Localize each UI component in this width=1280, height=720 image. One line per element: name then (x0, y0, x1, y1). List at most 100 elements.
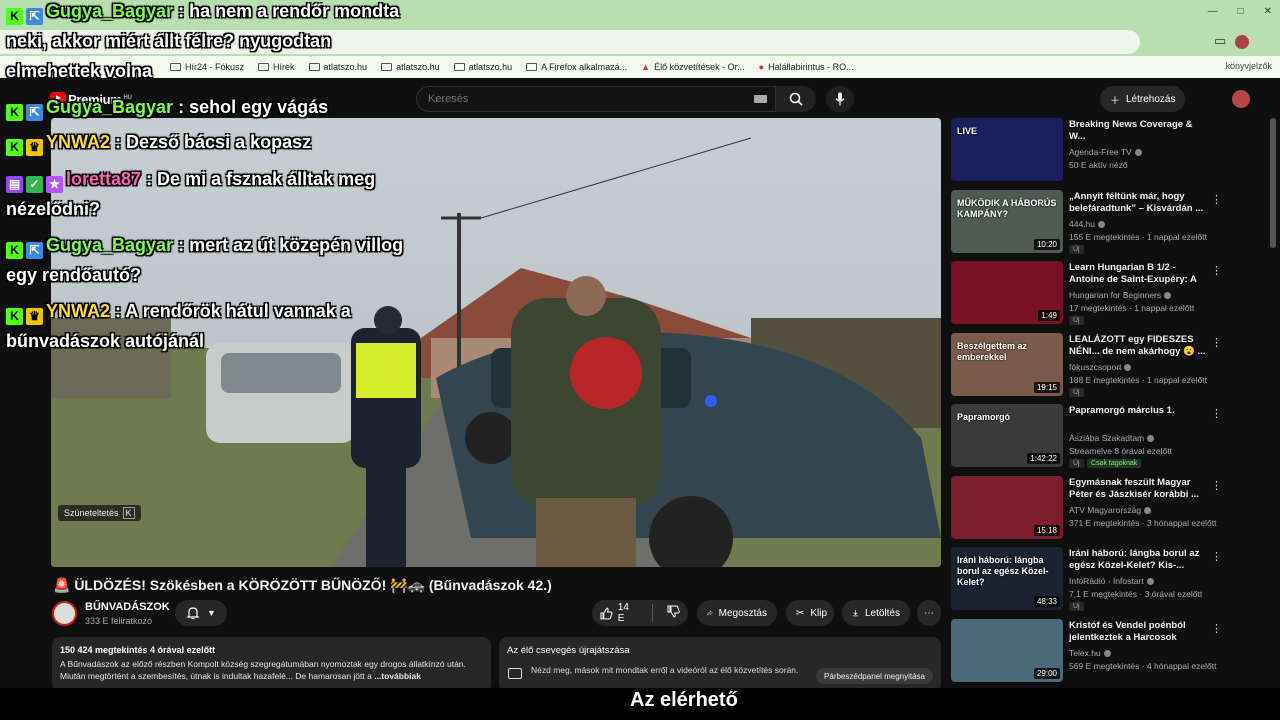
recommendation-item[interactable]: 15:18 Egymásnak feszült Magyar Péter és J… (951, 476, 1271, 542)
video-thumbnail[interactable]: LIVE (951, 118, 1063, 181)
more-vertical-icon[interactable]: ⋮ (1211, 551, 1222, 563)
bookmark-item[interactable]: Hír24 - Fókusz (170, 62, 244, 72)
video-thumbnail[interactable]: MŰKÖDIK A HÁBORÚS KAMPÁNY? 10:20 (951, 190, 1063, 253)
notification-bell-button[interactable]: ▼ (175, 600, 227, 626)
recommendation-title[interactable]: Breaking News Coverage & W... (1069, 119, 1209, 143)
recommendation-item[interactable]: Iráni háború: lángba borul az egész Köze… (951, 547, 1271, 613)
more-vertical-icon[interactable]: ⋮ (1211, 265, 1222, 277)
bookmark-item[interactable]: atlatszo.hu (308, 62, 367, 72)
keyboard-icon[interactable] (754, 95, 767, 103)
recommendation-title[interactable]: Papramorgó március 1. (1069, 405, 1209, 417)
video-thumbnail[interactable]: 29:00 (951, 619, 1063, 682)
recommendation-channel[interactable]: ATV Magyarország (1069, 505, 1152, 515)
recommendation-title[interactable]: LEALÁZOTT egy FIDESZES NÉNI... de nem ak… (1069, 334, 1209, 358)
more-vertical-icon[interactable]: ⋮ (1211, 337, 1222, 349)
recommendation-channel[interactable]: Telex.hu (1069, 648, 1111, 658)
recommendation-item[interactable]: 29:00 Kristóf és Vendel poénból jelentkez… (951, 619, 1271, 685)
other-bookmarks[interactable]: könyvjelzők (1225, 61, 1272, 71)
video-duration: 1:42:22 (1027, 453, 1060, 464)
recommendation-title[interactable]: „Annyit féltünk már, hogy belefáradtunk”… (1069, 191, 1209, 215)
video-title: 🚨 ÜLDÖZÉS! Szökésben a KÖRÖZÖTT BŰNÖZŐ! … (53, 577, 552, 593)
bookmark-item[interactable]: ▲ Élő közvetítések - Or... (641, 62, 744, 72)
verified-icon (1103, 650, 1111, 658)
cast-icon[interactable]: ▭ (1214, 33, 1226, 49)
recommendation-item[interactable]: Beszélgettem az emberekkel 19:15 LEALÁZOTT… (951, 333, 1271, 399)
pause-tooltip: Szüneteltetés K (58, 505, 141, 521)
voice-search-button[interactable] (826, 86, 854, 112)
bookmark-item[interactable]: A Firefox alkalmazá... (526, 62, 627, 72)
close-icon[interactable]: ✕ (1264, 6, 1272, 17)
bookmark-item[interactable]: Hírek (258, 62, 295, 72)
kick-badge-icon: K (6, 139, 23, 156)
create-button[interactable]: ＋ Létrehozás (1100, 86, 1186, 112)
more-vertical-icon[interactable]: ⋮ (1211, 480, 1222, 492)
recommendation-channel[interactable]: 444.hu (1069, 219, 1105, 229)
more-actions-button[interactable]: ⋯ (917, 600, 941, 626)
minimize-icon[interactable]: — (1208, 6, 1218, 17)
chat-message: K ⇱ Gugya_Bagyar : ha nem a rendőr mondta (6, 0, 399, 27)
recommendation-channel[interactable]: Hungarian for Beginners (1069, 290, 1172, 300)
recommendation-title[interactable]: Iráni háború: lángba borul az egész Köze… (1069, 548, 1209, 572)
bookmark-item[interactable]: atlatszo.hu (453, 62, 512, 72)
video-thumbnail[interactable]: Iráni háború: lángba borul az egész Köze… (951, 547, 1063, 610)
dislike-button[interactable] (667, 605, 680, 621)
chat-message-continuation: elmehettek volna (6, 61, 153, 81)
video-thumbnail[interactable]: 1:49 (951, 261, 1063, 324)
maximize-icon[interactable]: □ (1238, 6, 1244, 17)
crown-badge-icon: ♛ (26, 308, 43, 325)
bookmark-item[interactable]: ● Halállabirintus - RO... (759, 62, 854, 72)
recommendation-title[interactable]: Learn Hungarian B 1/2 - Antoine de Saint… (1069, 262, 1209, 286)
subtitle-text: Az elérhető (630, 689, 738, 711)
recommendation-item[interactable]: MŰKÖDIK A HÁBORÚS KAMPÁNY? 10:20 „Annyit f… (951, 190, 1271, 256)
scrollbar[interactable] (1270, 118, 1276, 248)
recommendation-meta: 50 E aktív néző (1069, 160, 1128, 170)
recommendation-meta: 7,1 E megtekintés · 3 órával ezelőtt (1069, 589, 1203, 599)
video-thumbnail[interactable]: Beszélgettem az emberekkel 19:15 (951, 333, 1063, 396)
video-description[interactable]: 150 424 megtekintés 4 órával ezelőtt A B… (52, 637, 491, 692)
recommendation-item[interactable]: Papramorgó 1:42:22 Papramorgó március 1. Ás… (951, 404, 1271, 470)
recommendation-item[interactable]: 1:49 Learn Hungarian B 1/2 - Antoine de S… (951, 261, 1271, 327)
recommendation-item[interactable]: LIVE Breaking News Coverage & W... Agenda-… (951, 118, 1271, 184)
search-icon (789, 92, 803, 106)
star-badge-icon: ★ (46, 176, 63, 193)
recommendation-title[interactable]: Egymásnak feszült Magyar Péter és Jászki… (1069, 477, 1209, 501)
open-chat-button[interactable]: Párbeszédpanel megnyitása (816, 668, 933, 684)
more-vertical-icon[interactable]: ⋮ (1211, 623, 1222, 635)
channel-name[interactable]: BŰNVADÁSZOK (85, 601, 170, 613)
like-button[interactable]: 14 E (600, 602, 638, 624)
video-duration: 48:33 (1033, 596, 1060, 607)
download-button[interactable]: Letöltés (842, 600, 910, 626)
members-only-badge: Csak tagoknak (1087, 459, 1142, 468)
recommendation-meta: 188 E megtekintés · 1 nappal ezelőtt (1069, 375, 1207, 385)
thumbs-up-icon (600, 607, 613, 619)
folder-icon (170, 63, 181, 71)
account-avatar[interactable] (1232, 90, 1250, 108)
new-badge: Új (1069, 316, 1084, 325)
clip-button[interactable]: ✂ Klip (786, 600, 834, 626)
recommendation-channel[interactable]: fókuszcsoport (1069, 362, 1132, 372)
recommendation-channel[interactable]: Ásziába Szakadtam (1069, 433, 1155, 443)
channel-name: InfoRádió - Infostart (1069, 576, 1144, 586)
more-vertical-icon[interactable]: ⋮ (1211, 194, 1222, 206)
bookmark-item[interactable]: atlatszo.hu (381, 62, 440, 72)
live-chat-replay-text: Nézd meg, mások mit mondtak erről a vide… (531, 665, 799, 675)
thumbnail-text: MŰKÖDIK A HÁBORÚS KAMPÁNY? (957, 198, 1057, 219)
live-chat-replay-title: Az élő csevegés újrajátszása (507, 645, 630, 656)
more-vertical-icon[interactable]: ⋮ (1211, 408, 1222, 420)
search-button[interactable] (776, 86, 816, 112)
share-button[interactable]: Megosztás (697, 600, 777, 626)
search-input[interactable] (428, 91, 748, 107)
video-thumbnail[interactable]: 15:18 (951, 476, 1063, 539)
verified-icon (1164, 292, 1172, 300)
browser-profile-avatar[interactable] (1235, 35, 1249, 49)
video-thumbnail[interactable]: Papramorgó 1:42:22 (951, 404, 1063, 467)
channel-avatar[interactable] (52, 601, 77, 626)
scissors-icon: ✂ (796, 607, 805, 619)
show-more-link[interactable]: ...továbbiak (374, 671, 421, 681)
recommendation-channel[interactable]: InfoRádió - Infostart (1069, 576, 1154, 586)
folder-icon (526, 63, 538, 71)
recommendation-title[interactable]: Kristóf és Vendel poénból jelentkeztek a… (1069, 620, 1209, 644)
channel-name: Telex.hu (1069, 648, 1101, 658)
video-duration: 1:49 (1038, 310, 1060, 321)
recommendation-channel[interactable]: Agenda-Free TV (1069, 147, 1142, 157)
